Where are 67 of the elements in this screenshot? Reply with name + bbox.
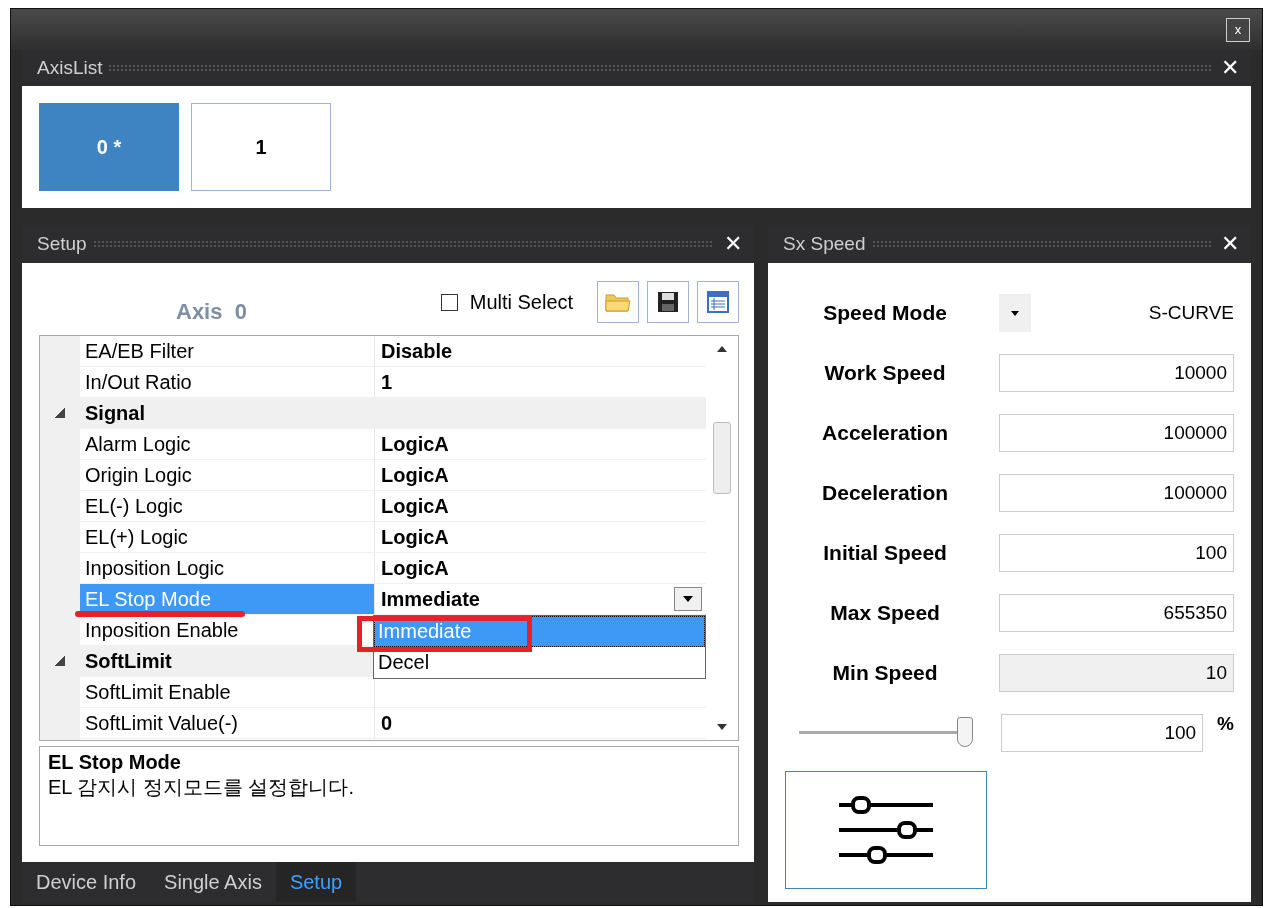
close-button[interactable]: ✕ — [1217, 233, 1243, 255]
tab[interactable]: Setup — [275, 862, 357, 902]
property-name[interactable]: Alarm Logic — [80, 429, 375, 459]
property-value: LogicA — [381, 463, 449, 487]
axis-tile[interactable]: 1 — [191, 103, 331, 191]
field-label: Max Speed — [829, 601, 941, 625]
property-name[interactable]: Origin Logic — [80, 460, 375, 490]
settings-button[interactable] — [785, 771, 988, 889]
panel-title: Sx Speed — [783, 233, 866, 255]
property-value: LogicA — [381, 556, 449, 580]
property-value: LogicA — [381, 525, 449, 549]
property-name[interactable]: In/Out Ratio — [80, 367, 375, 397]
property-name[interactable]: EA/EB Filter — [80, 336, 375, 366]
panel-title: Setup — [37, 233, 87, 255]
input-field[interactable]: 100000 — [999, 414, 1234, 452]
input-field[interactable]: 655350 — [999, 594, 1234, 632]
input-field: 10 — [999, 654, 1234, 692]
tab[interactable]: Device Info — [22, 862, 151, 902]
category-label: SoftLimit — [84, 649, 172, 673]
property-name[interactable]: Inposition Logic — [80, 553, 375, 583]
caret-icon — [1011, 310, 1020, 316]
field-label: Deceleration — [821, 481, 950, 505]
property-value: 0 — [381, 711, 393, 735]
field-label: Initial Speed — [822, 541, 948, 565]
description-title: EL Stop Mode — [48, 751, 182, 774]
field-label: Speed Mode — [822, 301, 948, 325]
unit-label: % — [1217, 713, 1234, 735]
scroll-down-icon[interactable] — [717, 724, 728, 730]
description-text: EL 감지시 정지모드를 설정합니다. — [48, 775, 355, 800]
tab[interactable]: Single Axis — [150, 862, 276, 902]
sliders-icon — [837, 793, 936, 867]
field-label: Acceleration — [821, 421, 950, 445]
close-button[interactable]: ✕ — [1217, 57, 1243, 79]
property-name[interactable]: SoftLimit Value(-) — [80, 708, 375, 738]
field-label: Work Speed — [823, 361, 947, 385]
property-name[interactable]: SoftLimit Enable — [80, 677, 375, 707]
scrollbar-thumb[interactable] — [713, 422, 732, 494]
close-button[interactable]: ✕ — [720, 233, 747, 255]
category-label: Signal — [84, 401, 145, 425]
property-value: LogicA — [381, 432, 449, 456]
property-name[interactable]: EL(-) Logic — [80, 491, 375, 521]
caret-icon — [683, 596, 694, 602]
list-table-icon — [706, 290, 731, 314]
multi-select-checkbox[interactable] — [440, 293, 458, 311]
speed-mode-value: S-CURVE — [1148, 302, 1234, 324]
axis-label: Axis 0 — [176, 299, 247, 325]
slider-thumb[interactable] — [957, 717, 974, 747]
folder-icon — [604, 291, 633, 313]
close-button[interactable]: x — [1226, 17, 1250, 42]
input-field[interactable]: 100 — [999, 534, 1234, 572]
axis-tile[interactable]: 0 * — [39, 103, 179, 191]
scroll-up-icon[interactable] — [717, 346, 728, 352]
input-field[interactable]: 100 — [1001, 714, 1204, 752]
property-value: 1 — [381, 370, 393, 394]
dropdown-option[interactable]: Decel — [374, 647, 706, 678]
panel-title: AxisList — [37, 57, 103, 79]
property-value: Immediate — [381, 587, 480, 611]
property-value: LogicA — [381, 494, 449, 518]
table-view-button[interactable] — [697, 281, 740, 323]
property-value: Disable — [381, 339, 453, 363]
field-label: Min Speed — [831, 661, 939, 685]
dropdown-button[interactable] — [674, 587, 703, 611]
checkbox-label: Multi Select — [469, 290, 574, 314]
input-field[interactable]: 10000 — [999, 354, 1234, 392]
input-field[interactable]: 100000 — [999, 474, 1234, 512]
save-button[interactable] — [647, 281, 690, 323]
property-name[interactable]: EL(+) Logic — [80, 522, 375, 552]
